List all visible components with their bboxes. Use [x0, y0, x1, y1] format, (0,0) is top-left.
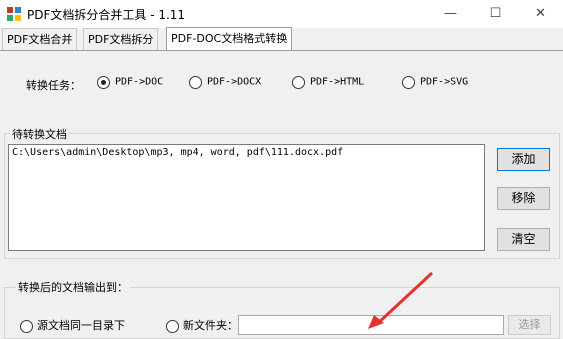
- tab-pdf-split[interactable]: PDF文档拆分: [83, 28, 159, 50]
- radio-new-folder[interactable]: 新文件夹：: [166, 317, 238, 333]
- tab-strip: PDF文档合并 PDF文档拆分 PDF-DOC文档格式转换: [0, 27, 563, 51]
- radio-selected-icon: [97, 75, 110, 89]
- app-icon: [7, 7, 21, 21]
- tab-pdf-merge[interactable]: PDF文档合并: [2, 28, 78, 50]
- browse-button: 选择: [508, 315, 551, 335]
- radio-icon: [402, 75, 415, 89]
- tab-pdf-doc-convert[interactable]: PDF-DOC文档格式转换: [166, 27, 293, 51]
- radio-pdf-doc[interactable]: PDF->DOC: [97, 75, 163, 91]
- minimize-button[interactable]: —: [428, 0, 473, 28]
- clear-button[interactable]: 清空: [497, 228, 550, 251]
- maximize-button[interactable]: ☐: [473, 0, 518, 28]
- window-title: PDF文档拆分合并工具 - 1.11: [27, 8, 186, 22]
- radio-label: PDF->HTML: [310, 76, 365, 88]
- radio-label: PDF->SVG: [420, 76, 469, 88]
- output-group-title: 转换后的文档输出到：: [16, 279, 130, 295]
- files-group-title: 待转换文档: [10, 126, 69, 142]
- radio-label: 新文件夹：: [183, 319, 238, 332]
- radio-selected-icon: [20, 319, 33, 333]
- radio-icon: [189, 75, 202, 89]
- radio-label: 源文档同一目录下: [37, 319, 125, 332]
- list-item[interactable]: C:\Users\admin\Desktop\mp3, mp4, word, p…: [12, 147, 343, 158]
- radio-icon: [292, 75, 305, 89]
- radio-icon: [166, 319, 179, 333]
- remove-button[interactable]: 移除: [497, 187, 550, 210]
- radio-pdf-docx[interactable]: PDF->DOCX: [189, 75, 261, 91]
- radio-label: PDF->DOCX: [207, 76, 262, 88]
- radio-pdf-html[interactable]: PDF->HTML: [292, 75, 364, 91]
- file-list[interactable]: C:\Users\admin\Desktop\mp3, mp4, word, p…: [8, 144, 485, 251]
- red-arrow-annotation: [368, 271, 434, 329]
- close-button[interactable]: ✕: [518, 0, 563, 28]
- task-label: 转换任务：: [26, 79, 81, 92]
- title-bar: PDF文档拆分合并工具 - 1.11 — ☐ ✕: [0, 0, 563, 28]
- add-button[interactable]: 添加: [497, 148, 550, 171]
- radio-same-dir-row[interactable]: 源文档同一目录下: [20, 317, 125, 333]
- radio-label: PDF->DOC: [115, 76, 164, 88]
- radio-pdf-svg[interactable]: PDF->SVG: [402, 75, 468, 91]
- convert-panel: 转换任务： PDF->DOC PDF->DOCX PDF->HTML PDF->…: [0, 50, 563, 339]
